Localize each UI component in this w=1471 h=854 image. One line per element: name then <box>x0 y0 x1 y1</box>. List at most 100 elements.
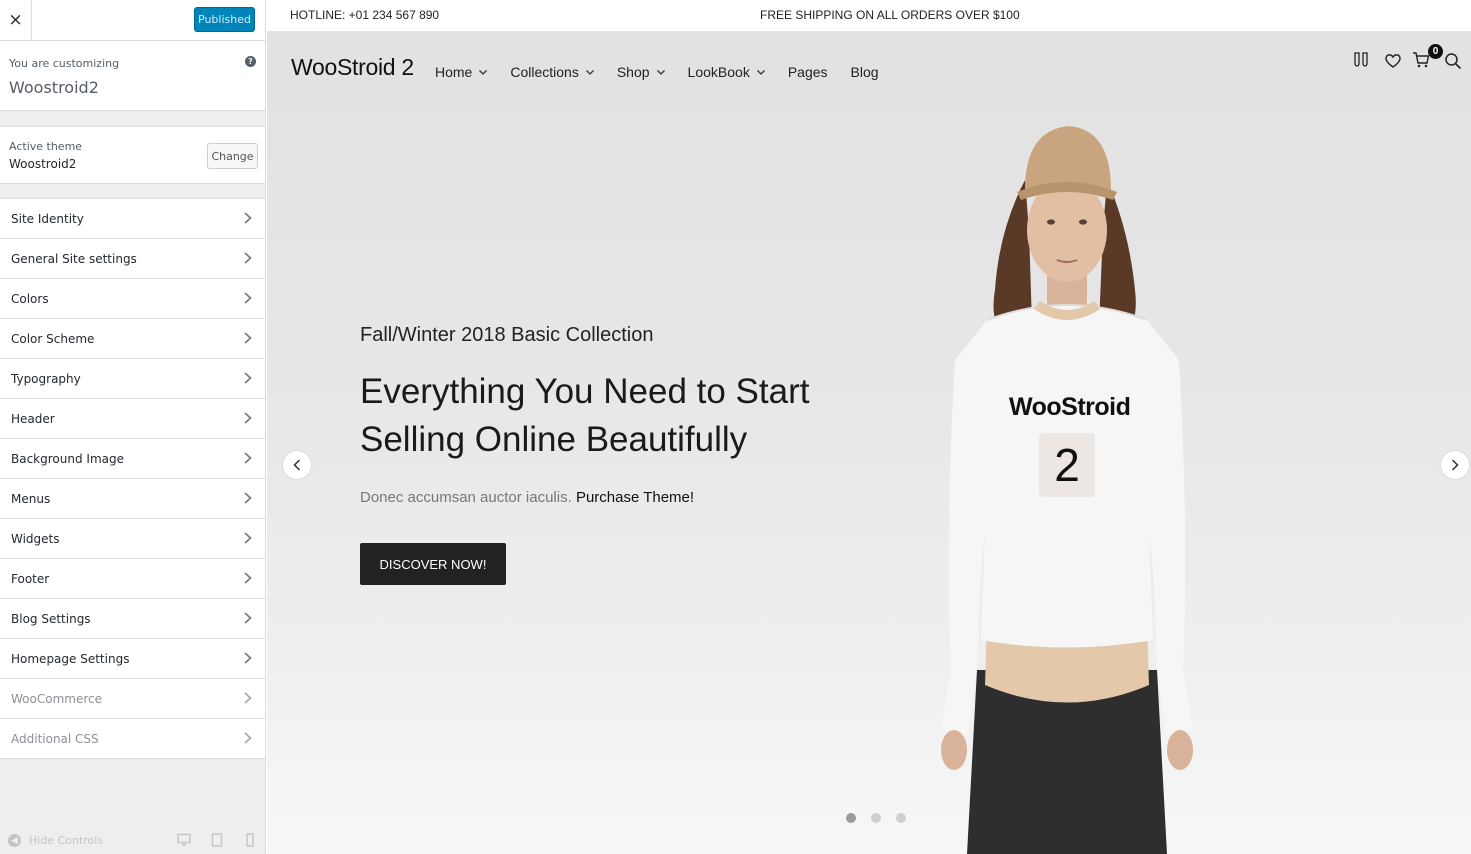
chevron-down-icon <box>585 69 594 75</box>
slider-next-button[interactable] <box>1441 451 1469 479</box>
section-label: Color Scheme <box>11 331 95 346</box>
collapse-icon: ◀ <box>8 834 21 847</box>
section-footer[interactable]: Footer <box>0 559 265 599</box>
section-label: Colors <box>11 291 49 306</box>
nav-item-home[interactable]: Home <box>435 64 488 80</box>
hero-description: Donec accumsan auctor iaculis. Purchase … <box>360 489 694 506</box>
mobile-icon[interactable] <box>243 833 257 847</box>
shirt-print-text: WooStroid <box>1009 393 1131 421</box>
section-label: WooCommerce <box>11 691 102 706</box>
chevron-left-icon <box>293 459 301 471</box>
chevron-right-icon <box>244 732 252 744</box>
section-additional-css[interactable]: Additional CSS <box>0 719 265 759</box>
section-label: Menus <box>11 491 51 506</box>
section-label: Footer <box>11 571 50 586</box>
slider-dot-1[interactable] <box>846 813 856 823</box>
chevron-right-icon <box>244 652 252 664</box>
nav-item-lookbook[interactable]: LookBook <box>688 64 765 80</box>
help-icon[interactable]: ? <box>245 56 256 67</box>
section-label: General Site settings <box>11 251 137 266</box>
hero-subtitle: Fall/Winter 2018 Basic Collection <box>360 324 654 346</box>
section-label: Blog Settings <box>11 611 91 626</box>
section-label: Background Image <box>11 451 124 466</box>
nav-label: LookBook <box>687 64 750 80</box>
hero-title: Everything You Need to Start Selling Onl… <box>360 372 810 459</box>
nav-item-shop[interactable]: Shop <box>617 64 665 80</box>
section-color-scheme[interactable]: Color Scheme <box>0 319 265 359</box>
hotline-text: HOTLINE: +01 234 567 890 <box>290 8 440 22</box>
customizer-info: You are customizing Woostroid2 ? <box>0 41 265 111</box>
chevron-down-icon <box>756 69 765 75</box>
section-label: Typography <box>11 371 81 386</box>
chevron-right-icon <box>244 252 252 264</box>
close-icon[interactable]: × <box>0 0 32 40</box>
nav-item-blog[interactable]: Blog <box>851 64 879 80</box>
cart-icon[interactable] <box>1412 51 1430 69</box>
chevron-right-icon <box>244 532 252 544</box>
heart-icon[interactable] <box>1384 52 1402 70</box>
shipping-notice: FREE SHIPPING ON ALL ORDERS OVER $100 <box>760 8 1020 22</box>
published-button[interactable]: Published <box>194 7 255 32</box>
nav-item-pages[interactable]: Pages <box>788 64 828 80</box>
chevron-right-icon <box>244 452 252 464</box>
chevron-down-icon <box>656 69 665 75</box>
section-label: Site Identity <box>11 211 84 226</box>
chevron-right-icon <box>244 492 252 504</box>
section-label: Header <box>11 411 55 426</box>
section-label: Additional CSS <box>11 731 99 746</box>
nav-item-collections[interactable]: Collections <box>510 64 594 80</box>
section-header[interactable]: Header <box>0 399 265 439</box>
customizer-footer: ◀ Hide Controls <box>0 826 265 854</box>
section-woocommerce[interactable]: WooCommerce <box>0 679 265 719</box>
desktop-icon[interactable] <box>177 833 191 847</box>
section-colors[interactable]: Colors <box>0 279 265 319</box>
hero-description-text: Donec accumsan auctor iaculis. <box>360 489 572 506</box>
active-theme-name: Woostroid2 <box>9 157 77 171</box>
customizer-sections: Site Identity General Site settings Colo… <box>0 198 265 759</box>
chevron-right-icon <box>244 372 252 384</box>
section-homepage-settings[interactable]: Homepage Settings <box>0 639 265 679</box>
chevron-right-icon <box>244 332 252 344</box>
hide-controls-button[interactable]: ◀ Hide Controls <box>8 834 103 847</box>
chevron-right-icon <box>244 292 252 304</box>
hide-controls-label: Hide Controls <box>29 834 104 847</box>
tablet-icon[interactable] <box>210 833 224 847</box>
discover-now-button[interactable]: DISCOVER NOW! <box>360 543 506 585</box>
section-widgets[interactable]: Widgets <box>0 519 265 559</box>
slider-dot-3[interactable] <box>896 813 906 823</box>
section-general-site-settings[interactable]: General Site settings <box>0 239 265 279</box>
compare-icon[interactable] <box>1352 51 1370 69</box>
section-menus[interactable]: Menus <box>0 479 265 519</box>
main-nav: Home Collections Shop LookBook Pages Blo… <box>435 64 902 80</box>
slider-pagination <box>846 813 906 823</box>
customizer-header: × Published <box>0 0 265 41</box>
chevron-right-icon <box>244 692 252 704</box>
nav-label: Collections <box>510 64 579 80</box>
section-background-image[interactable]: Background Image <box>0 439 265 479</box>
cart-count-badge: 0 <box>1428 44 1443 59</box>
change-theme-button[interactable]: Change <box>207 143 258 169</box>
chevron-down-icon <box>479 69 488 75</box>
top-bar: HOTLINE: +01 234 567 890 FREE SHIPPING O… <box>267 0 1471 31</box>
section-site-identity[interactable]: Site Identity <box>0 198 265 239</box>
chevron-right-icon <box>244 612 252 624</box>
active-theme-label: Active theme <box>9 140 83 153</box>
site-name: Woostroid2 <box>9 78 99 97</box>
section-typography[interactable]: Typography <box>0 359 265 399</box>
section-label: Homepage Settings <box>11 651 130 666</box>
nav-label: Pages <box>787 64 828 80</box>
site-logo[interactable]: WooStroid 2 <box>291 54 414 81</box>
chevron-right-icon <box>244 572 252 584</box>
nav-label: Shop <box>616 64 650 80</box>
search-icon[interactable] <box>1444 52 1462 70</box>
chevron-right-icon <box>244 412 252 424</box>
purchase-theme-link[interactable]: Purchase Theme! <box>576 489 694 506</box>
site-preview: HOTLINE: +01 234 567 890 FREE SHIPPING O… <box>267 0 1471 854</box>
section-blog-settings[interactable]: Blog Settings <box>0 599 265 639</box>
shirt-print-number: 2 <box>1039 433 1095 497</box>
chevron-right-icon <box>244 212 252 224</box>
nav-label: Blog <box>850 64 879 80</box>
slider-prev-button[interactable] <box>283 451 311 479</box>
nav-label: Home <box>435 64 473 80</box>
slider-dot-2[interactable] <box>871 813 881 823</box>
